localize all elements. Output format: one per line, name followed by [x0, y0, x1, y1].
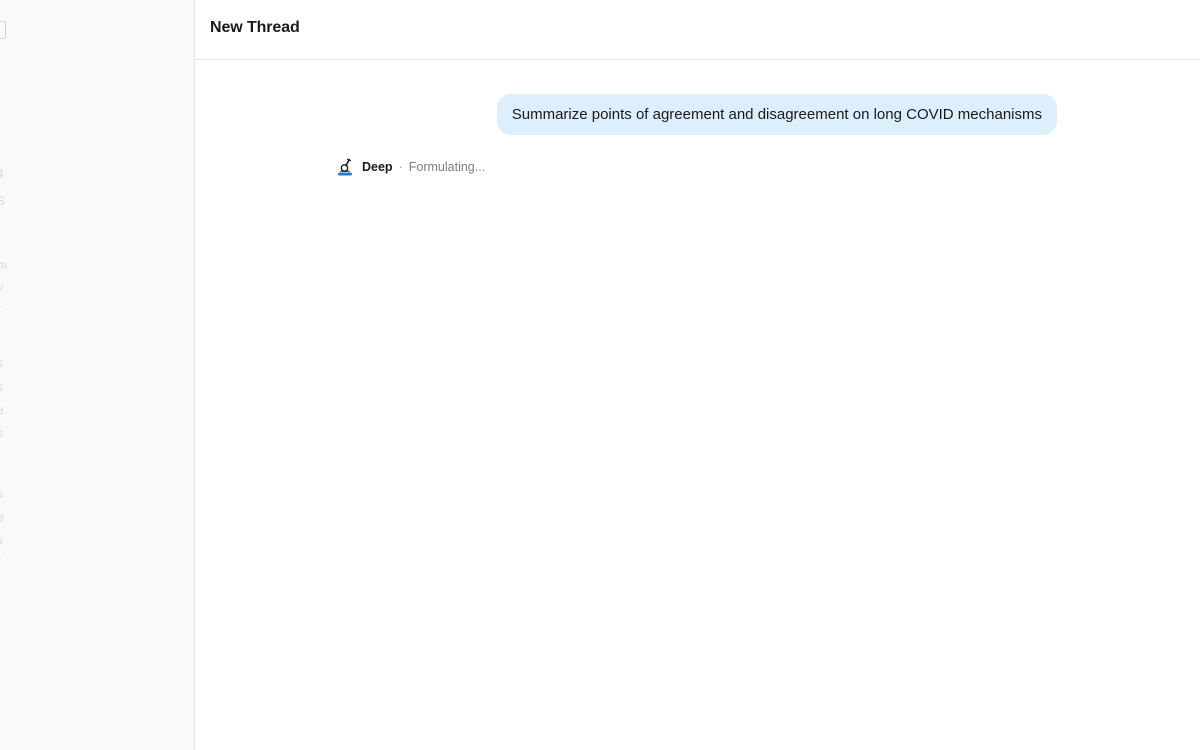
- app-window: 4 S m v r s s e s s e s r New Thread Sum…: [0, 0, 1200, 750]
- sidebar-faded-text[interactable]: r: [0, 555, 1, 569]
- sidebar-faded-text[interactable]: e: [0, 403, 4, 417]
- sidebar-faded-text[interactable]: s: [0, 426, 3, 440]
- microscope-icon: [337, 158, 353, 176]
- sidebar-faded-text[interactable]: s: [0, 533, 3, 547]
- sidebar-toggle-icon[interactable]: [0, 21, 6, 39]
- sidebar-faded-text[interactable]: m: [0, 258, 7, 272]
- sidebar-faded-text[interactable]: 4: [0, 167, 4, 181]
- sidebar-faded-text[interactable]: s: [0, 356, 3, 370]
- thread-view: New Thread Summarize points of agreement…: [195, 0, 1200, 750]
- separator-dot: ·: [398, 160, 403, 174]
- user-message-bubble: Summarize points of agreement and disagr…: [496, 94, 1057, 135]
- sidebar-faded-text[interactable]: r: [0, 302, 1, 316]
- sidebar-faded-text[interactable]: s: [0, 380, 3, 394]
- sidebar-faded-text[interactable]: v: [0, 280, 3, 294]
- mode-label: Deep: [362, 160, 393, 174]
- response-status: Deep · Formulating...: [337, 157, 485, 177]
- sidebar: 4 S m v r s s e s s e s r: [0, 0, 195, 750]
- sidebar-faded-text[interactable]: s: [0, 487, 3, 501]
- thread-title: New Thread: [210, 19, 300, 36]
- sidebar-faded-text[interactable]: S: [0, 194, 5, 208]
- status-text: Formulating...: [408, 160, 486, 174]
- thread-header: New Thread: [195, 0, 1200, 60]
- sidebar-faded-text[interactable]: e: [0, 510, 4, 524]
